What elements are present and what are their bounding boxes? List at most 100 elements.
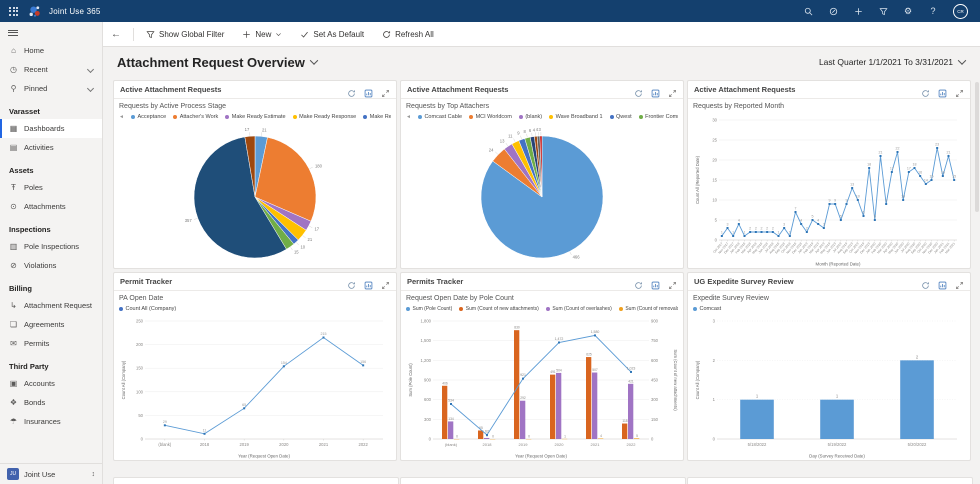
refresh-icon[interactable] [347,85,356,94]
chart-view-icon[interactable] [651,85,660,94]
pin-icon: ⚲ [9,84,18,93]
chart-view-icon[interactable] [364,277,373,286]
new-button[interactable]: New [233,22,291,46]
dashboards-icon: ▦ [9,124,18,133]
legend-item[interactable]: Comcast Cable [418,114,462,120]
refresh-icon[interactable] [634,277,643,286]
refresh-icon[interactable] [921,277,930,286]
refresh-icon[interactable] [921,85,930,94]
sidebar-item-insurances[interactable]: ☂Insurances [0,412,102,431]
sidebar-item-pole-inspections[interactable]: ▥Pole Inspections [0,237,102,256]
refresh-all-button[interactable]: Refresh All [373,22,443,46]
waffle-icon[interactable] [9,7,18,16]
svg-text:6: 6 [863,211,865,215]
legend-item[interactable]: (blank) [519,114,542,120]
svg-text:14: 14 [924,179,928,183]
sidebar-item-violations[interactable]: ⊘Violations [0,256,102,275]
legend-item[interactable]: Qwest [610,114,632,120]
legend-item[interactable]: Sum (Count of new attachments) [459,306,539,312]
quick-create-icon[interactable] [853,6,863,16]
expand-icon[interactable] [955,85,964,94]
vertical-scrollbar[interactable] [975,82,979,212]
svg-text:0: 0 [651,437,654,442]
expand-icon[interactable] [381,85,390,94]
bonds-icon: ❖ [9,398,18,407]
legend-scroll-icon[interactable]: ◄ [406,114,411,120]
svg-text:0: 0 [456,435,458,439]
sidebar-item-permits[interactable]: ✉Permits [0,334,102,353]
sidebar-item-poles[interactable]: ŦPoles [0,178,102,197]
legend-dot [639,115,643,119]
set-as-default-button[interactable]: Set As Default [291,22,373,46]
legend-dot [406,307,410,311]
legend-item[interactable]: Frontier Communications [639,114,678,120]
expand-icon[interactable] [955,277,964,286]
help-icon[interactable]: ? [928,6,938,16]
back-button[interactable]: ← [102,29,130,40]
svg-text:1: 1 [744,231,746,235]
hamburger-menu-icon[interactable] [0,22,102,41]
sidebar-item-attachment-request[interactable]: ↳Attachment Request [0,296,102,315]
permits-icon: ✉ [9,339,18,348]
quick-actions-icon[interactable] [828,6,838,16]
sidebar-item-dashboards[interactable]: ▦Dashboards [0,119,102,138]
svg-text:4: 4 [817,219,819,223]
legend-dot [131,115,135,119]
legend-scroll-icon[interactable]: ◄ [119,114,124,120]
sidebar-item-pinned[interactable]: ⚲Pinned [0,79,102,98]
legend-item[interactable]: Make Ready Response [293,114,357,120]
chart-view-icon[interactable] [938,277,947,286]
sidebar-item-accounts[interactable]: ▣Accounts [0,374,102,393]
chart-view-icon[interactable] [651,277,660,286]
refresh-icon[interactable] [347,277,356,286]
chart-view-icon[interactable] [364,85,373,94]
legend-label: Acceptance [137,114,166,120]
legend-item[interactable]: Make Ready Work [363,114,391,120]
chevron-down-icon [87,66,94,73]
sidebar-item-bonds[interactable]: ❖Bonds [0,393,102,412]
refresh-icon[interactable] [634,85,643,94]
svg-text:300: 300 [424,417,432,422]
expand-icon[interactable] [668,277,677,286]
legend-item[interactable]: Acceptance [131,114,166,120]
legend-item[interactable]: Attacher's Work [173,114,218,120]
search-icon[interactable] [803,6,813,16]
svg-text:2019: 2019 [519,442,529,447]
chart-view-icon[interactable] [938,85,947,94]
dashboard-tile-stub [113,477,399,484]
sidebar-item-home[interactable]: ⌂Home [0,41,102,60]
sidebar-item-activities[interactable]: ▤Activities [0,138,102,157]
sidebar-item-label: Insurances [24,417,61,426]
svg-text:30: 30 [712,118,717,123]
legend-item[interactable]: Count All (Company) [119,306,176,312]
user-avatar[interactable]: CR [953,4,968,19]
legend-label: (blank) [525,114,542,120]
legend-item[interactable]: Sum (Count of overlashes) [546,306,612,312]
svg-text:3: 3 [783,223,785,227]
svg-text:1,200: 1,200 [421,358,432,363]
svg-text:156: 156 [360,360,366,364]
legend-item[interactable]: Wave Broadband 1 [549,114,602,120]
svg-text:29: 29 [163,420,167,424]
show-global-filter-button[interactable]: Show Global Filter [137,22,233,46]
sidebar-item-recent[interactable]: ◷Recent [0,60,102,79]
legend-dot [469,115,473,119]
legend-dot [225,115,229,119]
expand-icon[interactable] [668,85,677,94]
expand-icon[interactable] [381,277,390,286]
date-range-filter[interactable]: Last Quarter 1/1/2021 To 3/31/2021 [819,57,965,67]
svg-text:20: 20 [712,158,717,163]
legend-item[interactable]: Comcast [693,306,721,312]
sidebar-item-attachments[interactable]: ⊙Attachments [0,197,102,216]
sidebar-item-agreements[interactable]: ❏Agreements [0,315,102,334]
area-switcher[interactable]: JU Joint Use ↕ [0,463,102,484]
legend-item[interactable]: Sum (Pole Count) [406,306,452,312]
svg-text:17: 17 [245,127,250,132]
filter-icon[interactable] [878,6,888,16]
legend-item[interactable]: Make Ready Estimate [225,114,285,120]
dashboard-selector[interactable]: Attachment Request Overview [117,55,317,70]
legend-item[interactable]: Sum (Count of removals) [619,306,678,312]
chevron-down-icon [275,30,282,39]
legend-item[interactable]: MCI Worldcom [469,114,512,120]
settings-icon[interactable]: ⚙ [903,6,913,16]
